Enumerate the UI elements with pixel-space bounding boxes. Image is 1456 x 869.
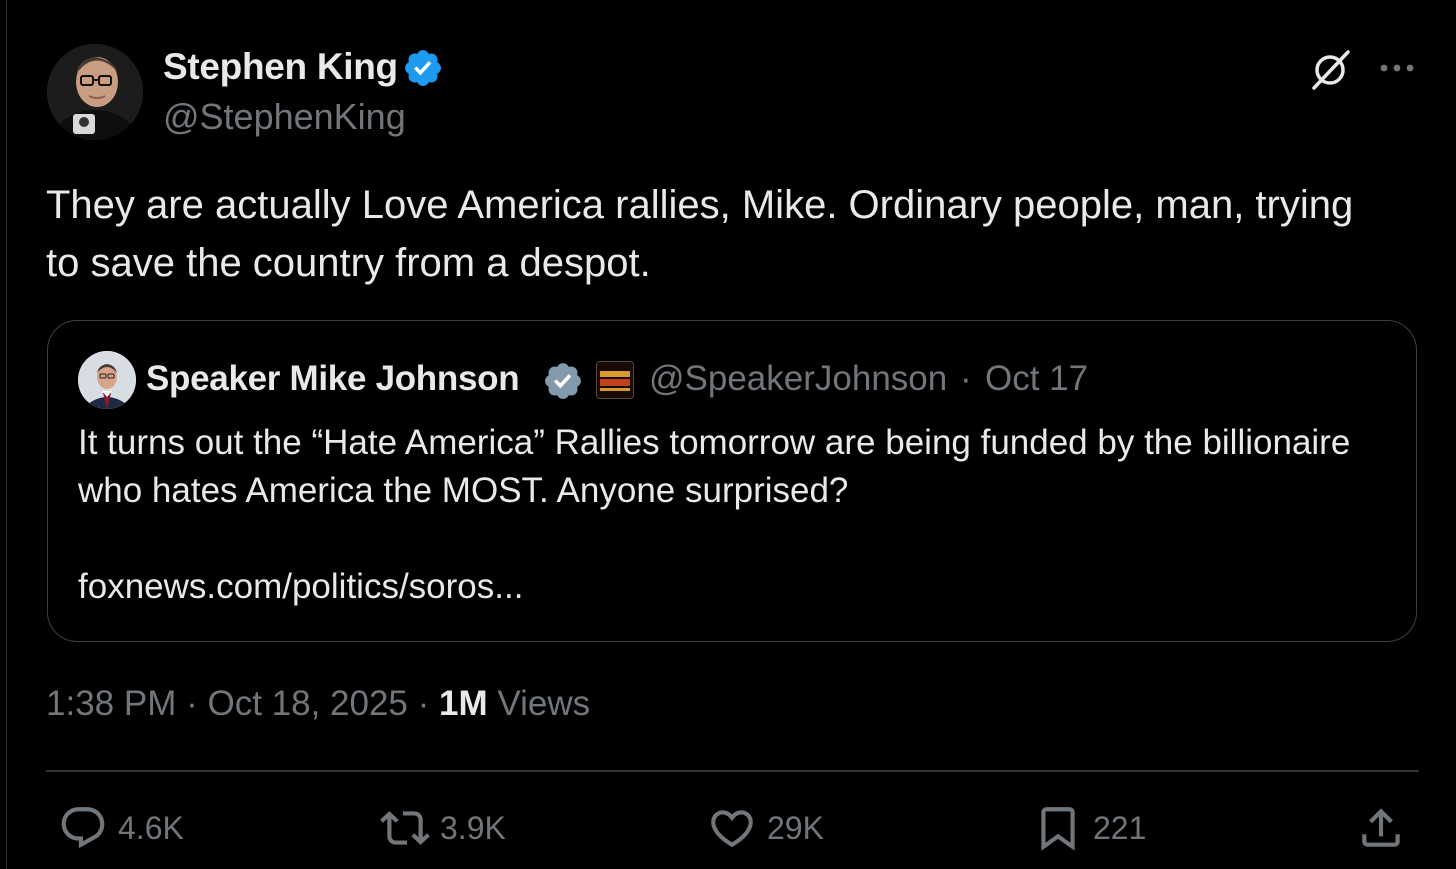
like-count: 29K (767, 809, 824, 846)
separator-dot: · (960, 359, 972, 398)
tweet-date[interactable]: Oct 18, 2025 (207, 684, 407, 723)
reply-icon (61, 807, 105, 849)
verified-badge-icon (405, 50, 441, 86)
divider (46, 770, 1419, 772)
reply-button[interactable]: 4.6K (58, 800, 184, 856)
verified-badge-icon (545, 363, 581, 399)
bookmark-icon (1041, 807, 1075, 851)
affiliate-badge-icon[interactable] (596, 361, 634, 399)
tweet-time[interactable]: 1:38 PM (46, 684, 176, 723)
grok-icon[interactable] (1308, 46, 1354, 92)
tweet-text: They are actually Love America rallies, … (46, 183, 1354, 285)
views-count: 1M (439, 684, 488, 723)
share-button[interactable] (1356, 800, 1406, 856)
separator-dot: · (186, 684, 198, 723)
quote-date[interactable]: Oct 17 (985, 359, 1088, 399)
separator-dot: · (417, 684, 430, 723)
bookmark-count: 221 (1093, 809, 1147, 846)
like-button[interactable]: 29K (707, 800, 824, 856)
author-avatar[interactable] (47, 44, 143, 140)
more-icon[interactable] (1376, 52, 1418, 84)
quote-author-name[interactable]: Speaker Mike Johnson (146, 359, 520, 399)
quote-text: It turns out the “Hate America” Rallies … (78, 423, 1351, 510)
repost-icon (380, 811, 430, 845)
tweet-meta: 1:38 PM · Oct 18, 2025 · 1M Views (46, 684, 590, 724)
quote-avatar[interactable] (78, 351, 136, 409)
heart-icon (711, 810, 753, 848)
author-name[interactable]: Stephen King (163, 46, 398, 88)
author-handle[interactable]: @StephenKing (163, 96, 406, 138)
share-icon (1362, 808, 1400, 847)
reply-count: 4.6K (118, 809, 184, 846)
bookmark-button[interactable]: 221 (1033, 800, 1146, 856)
timeline-border (6, 0, 7, 869)
repost-count: 3.9K (440, 809, 506, 846)
views-label: Views (497, 684, 591, 723)
repost-button[interactable]: 3.9K (380, 800, 506, 856)
quote-link[interactable]: foxnews.com/politics/soros... (78, 563, 523, 611)
quote-author-handle[interactable]: @SpeakerJohnson (649, 359, 947, 399)
quoted-tweet-card[interactable]: Speaker Mike Johnson @SpeakerJohnson · O… (47, 320, 1417, 642)
